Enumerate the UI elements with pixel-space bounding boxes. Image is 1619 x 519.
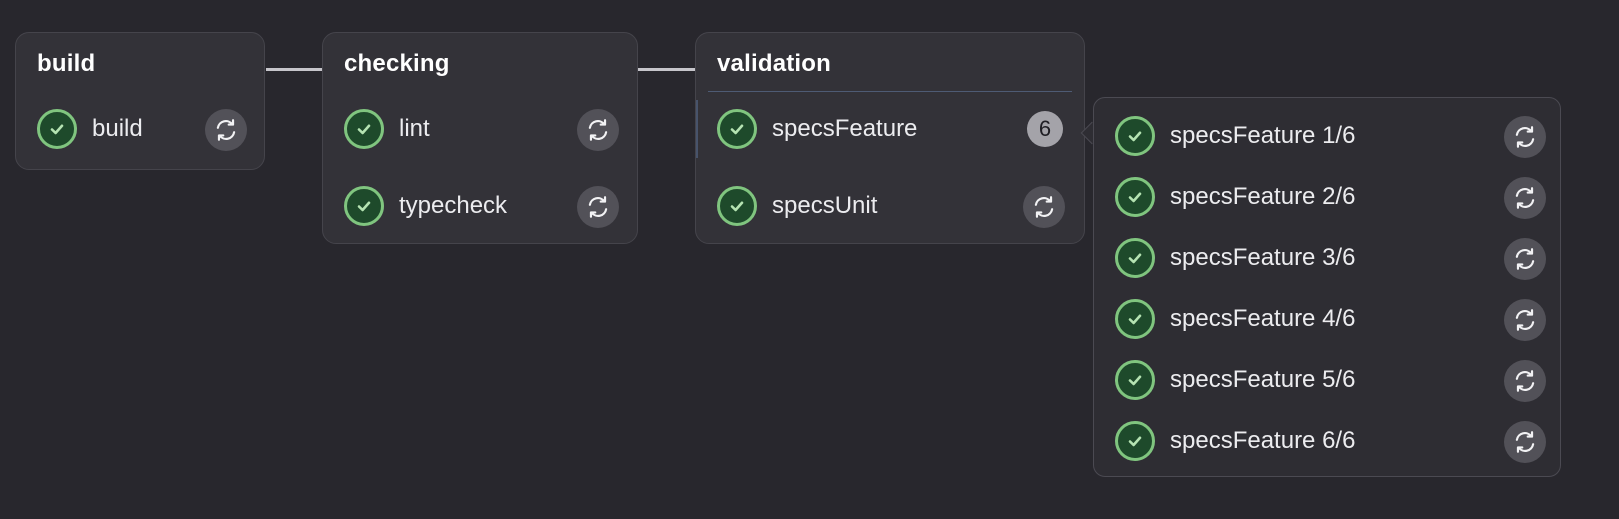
job-name: specsFeature 6/6: [1170, 427, 1356, 454]
check-circle-icon: [344, 186, 384, 226]
stage-validation: validation specsFeature 6 specsUnit: [695, 32, 1085, 244]
dropdown-job-item[interactable]: specsFeature 4/6: [1094, 287, 1560, 348]
dropdown-job-item[interactable]: specsFeature 2/6: [1094, 165, 1560, 226]
stage-title: checking: [344, 50, 450, 77]
job-name: specsFeature 3/6: [1170, 244, 1356, 271]
retry-icon[interactable]: [1504, 421, 1546, 463]
stage-connector: [638, 68, 695, 71]
job-name: lint: [399, 115, 430, 142]
job-name: specsFeature 1/6: [1170, 122, 1356, 149]
stage-checking: checking lint typecheck: [322, 32, 638, 244]
pipeline-graph: build build checking lint typecheck vali…: [0, 0, 1619, 519]
retry-icon[interactable]: [1504, 299, 1546, 341]
check-circle-icon: [1115, 421, 1155, 461]
job-name: specsFeature 5/6: [1170, 366, 1356, 393]
job-name: build: [92, 115, 143, 142]
job-name: specsFeature 2/6: [1170, 183, 1356, 210]
job-lint[interactable]: lint: [323, 93, 637, 165]
retry-icon[interactable]: [1023, 186, 1065, 228]
job-typecheck[interactable]: typecheck: [323, 170, 637, 242]
job-name: specsFeature: [772, 115, 918, 142]
job-name: specsUnit: [772, 192, 878, 219]
check-circle-icon: [1115, 116, 1155, 156]
retry-icon[interactable]: [577, 109, 619, 151]
stage-title: build: [37, 50, 96, 77]
job-specsunit[interactable]: specsUnit: [696, 170, 1084, 242]
check-circle-icon: [1115, 177, 1155, 217]
job-count-badge[interactable]: 6: [1027, 111, 1063, 147]
job-name: typecheck: [399, 192, 508, 219]
retry-icon[interactable]: [1504, 238, 1546, 280]
stage-title: validation: [717, 50, 832, 77]
check-circle-icon: [717, 186, 757, 226]
stage-build: build build: [15, 32, 265, 170]
stage-connector: [266, 68, 322, 71]
dropdown-job-item[interactable]: specsFeature 5/6: [1094, 348, 1560, 409]
check-circle-icon: [717, 109, 757, 149]
check-circle-icon: [37, 109, 77, 149]
retry-icon[interactable]: [1504, 116, 1546, 158]
parallel-jobs-dropdown: specsFeature 1/6 specsFeature 2/6 specsF…: [1093, 97, 1561, 477]
check-circle-icon: [1115, 238, 1155, 278]
job-name: specsFeature 4/6: [1170, 305, 1356, 332]
dropdown-job-item[interactable]: specsFeature 1/6: [1094, 104, 1560, 165]
retry-icon[interactable]: [577, 186, 619, 228]
dropdown-job-item[interactable]: specsFeature 3/6: [1094, 226, 1560, 287]
job-build[interactable]: build: [16, 93, 264, 165]
retry-icon[interactable]: [1504, 177, 1546, 219]
stage-divider: [708, 91, 1072, 92]
job-group-specsfeature[interactable]: specsFeature 6: [696, 93, 1084, 165]
retry-icon[interactable]: [1504, 360, 1546, 402]
dropdown-job-item[interactable]: specsFeature 6/6: [1094, 409, 1560, 470]
retry-icon[interactable]: [205, 109, 247, 151]
check-circle-icon: [1115, 360, 1155, 400]
check-circle-icon: [1115, 299, 1155, 339]
check-circle-icon: [344, 109, 384, 149]
